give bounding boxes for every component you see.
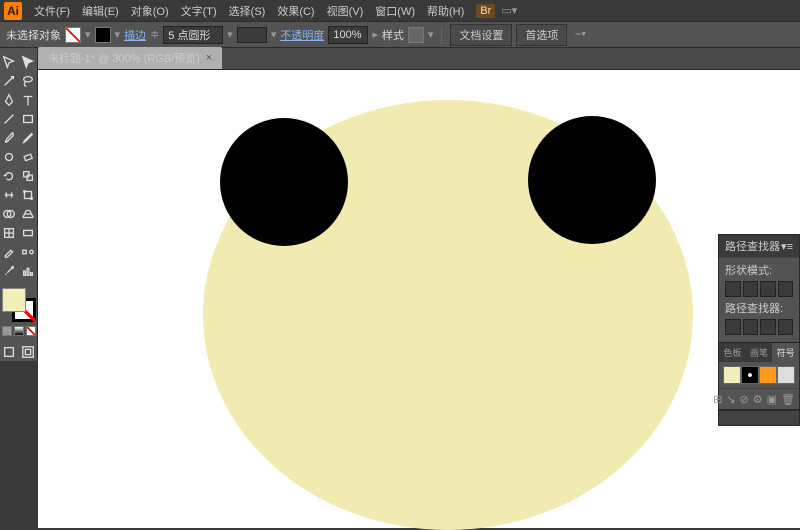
brushes-tab[interactable]: 画笔 (746, 343, 773, 362)
symbol-swatch-1[interactable] (723, 366, 741, 384)
shape-modes-label: 形状模式: (725, 262, 793, 278)
opacity-input[interactable] (328, 26, 368, 44)
symbols-tab[interactable]: 符号 (772, 343, 799, 362)
screen-mode-toggle[interactable] (19, 342, 38, 361)
bridge-button[interactable]: Br (476, 4, 495, 18)
control-bar: 未选择对象 ▾ ▾ 描边 ≑ ▾ ▾ 不透明度 ▸ 样式 ▾ 文档设置 首选项 … (0, 22, 800, 48)
unite-icon[interactable] (725, 281, 741, 297)
paintbrush-tool[interactable] (0, 128, 19, 147)
swatches-tab[interactable]: 色板 (719, 343, 746, 362)
pathfinder-panel: 路径查找器 ▾≡ 形状模式: 路径查找器: 色板 画笔 符号 ⊞ ↘ ⊘ ⚙ (718, 234, 800, 410)
tools-panel (0, 48, 38, 361)
fill-stroke-control[interactable] (2, 288, 36, 322)
width-tool[interactable] (0, 185, 19, 204)
new-symbol-icon[interactable]: ▣ (767, 392, 777, 406)
symbol-swatch-2[interactable] (741, 366, 759, 384)
symbol-swatch-3[interactable] (759, 366, 777, 384)
pathfinders-label: 路径查找器: (725, 300, 793, 316)
intersect-icon[interactable] (760, 281, 776, 297)
exclude-icon[interactable] (778, 281, 794, 297)
column-graph-tool[interactable] (19, 261, 38, 280)
close-tab-icon[interactable]: × (206, 52, 212, 64)
direct-selection-tool[interactable] (19, 52, 38, 71)
selection-tool[interactable] (0, 52, 19, 71)
none-mode-icon[interactable] (26, 326, 36, 336)
shape-builder-tool[interactable] (0, 204, 19, 223)
preferences-button[interactable]: 首选项 (516, 24, 567, 46)
gradient-tool[interactable] (19, 223, 38, 242)
stroke-profile-dropdown-icon[interactable]: ▾ (227, 28, 233, 41)
eyedropper-tool[interactable] (0, 242, 19, 261)
symbol-options-icon[interactable]: ⚙ (753, 392, 763, 406)
menu-object[interactable]: 对象(O) (125, 3, 175, 19)
document-setup-button[interactable]: 文档设置 (450, 24, 512, 46)
stroke-dropdown-icon[interactable]: ▾ (115, 28, 121, 41)
menu-view[interactable]: 视图(V) (321, 3, 370, 19)
style-swatch[interactable] (408, 27, 424, 43)
menu-window[interactable]: 窗口(W) (369, 3, 421, 19)
symbol-sprayer-tool[interactable] (0, 261, 19, 280)
fill-dropdown-icon[interactable]: ▾ (85, 28, 91, 41)
style-label: 样式 (382, 27, 404, 43)
artwork-circle-right[interactable] (528, 116, 656, 244)
menu-file[interactable]: 文件(F) (28, 3, 76, 19)
menu-select[interactable]: 选择(S) (223, 3, 272, 19)
color-mode-icon[interactable] (2, 326, 12, 336)
pencil-tool[interactable] (19, 128, 38, 147)
panel-menu-icon[interactable]: ▾≡ (781, 240, 793, 253)
mesh-tool[interactable] (0, 223, 19, 242)
pen-tool[interactable] (0, 90, 19, 109)
artwork-circle-left[interactable] (220, 118, 348, 246)
align-icon[interactable]: ⎯▾ (575, 28, 586, 41)
minus-front-icon[interactable] (743, 281, 759, 297)
blob-brush-tool[interactable] (0, 147, 19, 166)
scale-tool[interactable] (19, 166, 38, 185)
gradient-mode-icon[interactable] (14, 326, 24, 336)
document-tab[interactable]: 未标题-1* @ 300% (RGB/预览) × (38, 47, 222, 69)
rectangle-tool[interactable] (19, 109, 38, 128)
app-logo-icon: Ai (4, 2, 22, 20)
symbol-library-icon[interactable]: ⊞ (713, 392, 722, 406)
rotate-tool[interactable] (0, 166, 19, 185)
panel-header[interactable]: 路径查找器 ▾≡ (719, 235, 799, 257)
document-tab-title: 未标题-1* @ 300% (RGB/预览) (48, 50, 200, 66)
line-tool[interactable] (0, 109, 19, 128)
menu-edit[interactable]: 编辑(E) (76, 3, 125, 19)
fill-color-icon[interactable] (2, 288, 26, 312)
layout-icon[interactable]: ▭▾ (501, 4, 517, 17)
trim-icon[interactable] (743, 319, 759, 335)
symbols-grid (719, 362, 799, 388)
blend-tool[interactable] (19, 242, 38, 261)
lasso-tool[interactable] (19, 71, 38, 90)
stroke-swatch[interactable] (95, 27, 111, 43)
selection-status: 未选择对象 (6, 27, 61, 43)
break-link-icon[interactable]: ⊘ (740, 392, 749, 406)
document-tab-bar: 未标题-1* @ 300% (RGB/预览) × (0, 48, 800, 70)
menu-effect[interactable]: 效果(C) (271, 3, 320, 19)
merge-icon[interactable] (760, 319, 776, 335)
divide-icon[interactable] (725, 319, 741, 335)
stroke-weight-input[interactable] (163, 26, 223, 44)
brush-definition[interactable] (237, 27, 267, 43)
place-symbol-icon[interactable]: ↘ (726, 392, 735, 406)
stroke-label[interactable]: 描边 (124, 27, 146, 43)
canvas[interactable] (38, 70, 800, 528)
menu-bar: Ai 文件(F) 编辑(E) 对象(O) 文字(T) 选择(S) 效果(C) 视… (0, 0, 800, 22)
menu-help[interactable]: 帮助(H) (421, 3, 470, 19)
free-transform-tool[interactable] (19, 185, 38, 204)
symbol-swatch-4[interactable] (777, 366, 795, 384)
perspective-grid-tool[interactable] (19, 204, 38, 223)
type-tool[interactable] (19, 90, 38, 109)
delete-symbol-icon[interactable]: 🗑 (781, 392, 795, 406)
menu-type[interactable]: 文字(T) (175, 3, 223, 19)
opacity-label[interactable]: 不透明度 (280, 27, 324, 43)
screen-mode-normal[interactable] (0, 342, 19, 361)
collapsed-panel[interactable] (718, 410, 800, 426)
fill-swatch[interactable] (65, 27, 81, 43)
eraser-tool[interactable] (19, 147, 38, 166)
crop-icon[interactable] (778, 319, 794, 335)
magic-wand-tool[interactable] (0, 71, 19, 90)
panel-title: 路径查找器 (725, 238, 780, 254)
